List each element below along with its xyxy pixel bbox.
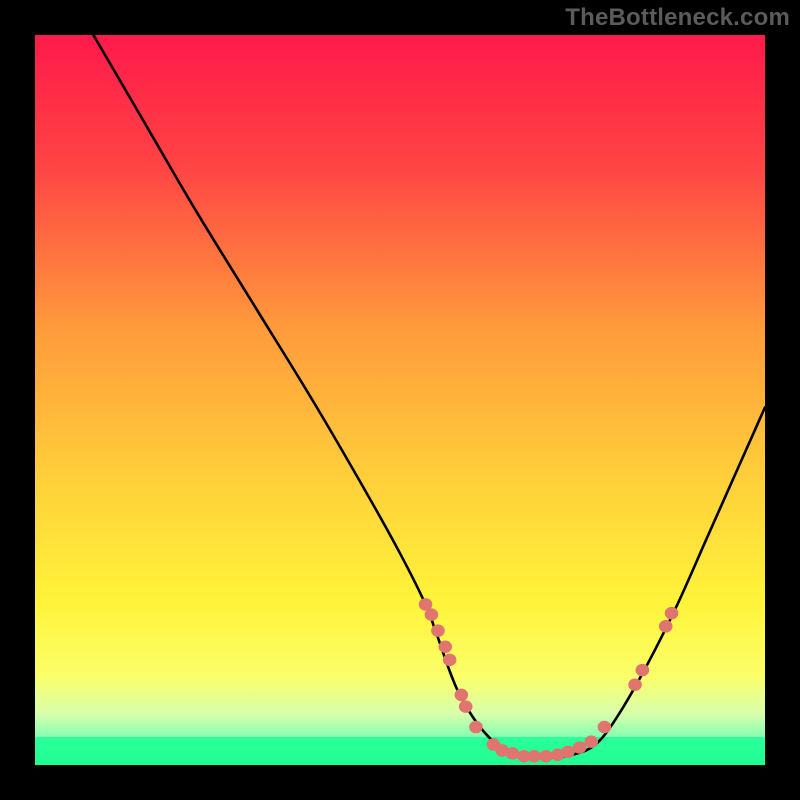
bottleneck-curve <box>93 35 765 758</box>
highlight-dot <box>459 700 473 713</box>
highlight-dot <box>469 721 483 734</box>
highlight-dots <box>419 598 679 762</box>
highlight-dot <box>665 607 679 620</box>
highlight-dot <box>561 746 575 759</box>
highlight-dot <box>628 678 642 691</box>
highlight-dot <box>598 721 612 734</box>
curve-svg <box>35 35 765 765</box>
highlight-dot <box>431 624 445 637</box>
highlight-dot <box>528 750 542 763</box>
highlight-dot <box>584 735 598 748</box>
highlight-dot <box>425 608 439 621</box>
chart-frame: TheBottleneck.com <box>0 0 800 800</box>
highlight-dot <box>539 750 553 763</box>
plot-area <box>35 35 765 765</box>
highlight-dot <box>438 640 452 653</box>
watermark-text: TheBottleneck.com <box>565 4 790 32</box>
highlight-dot <box>443 654 457 667</box>
highlight-dot <box>659 620 673 633</box>
highlight-dot <box>506 747 520 760</box>
highlight-dot <box>636 664 650 677</box>
highlight-dot <box>455 689 469 702</box>
highlight-dot <box>573 741 587 754</box>
